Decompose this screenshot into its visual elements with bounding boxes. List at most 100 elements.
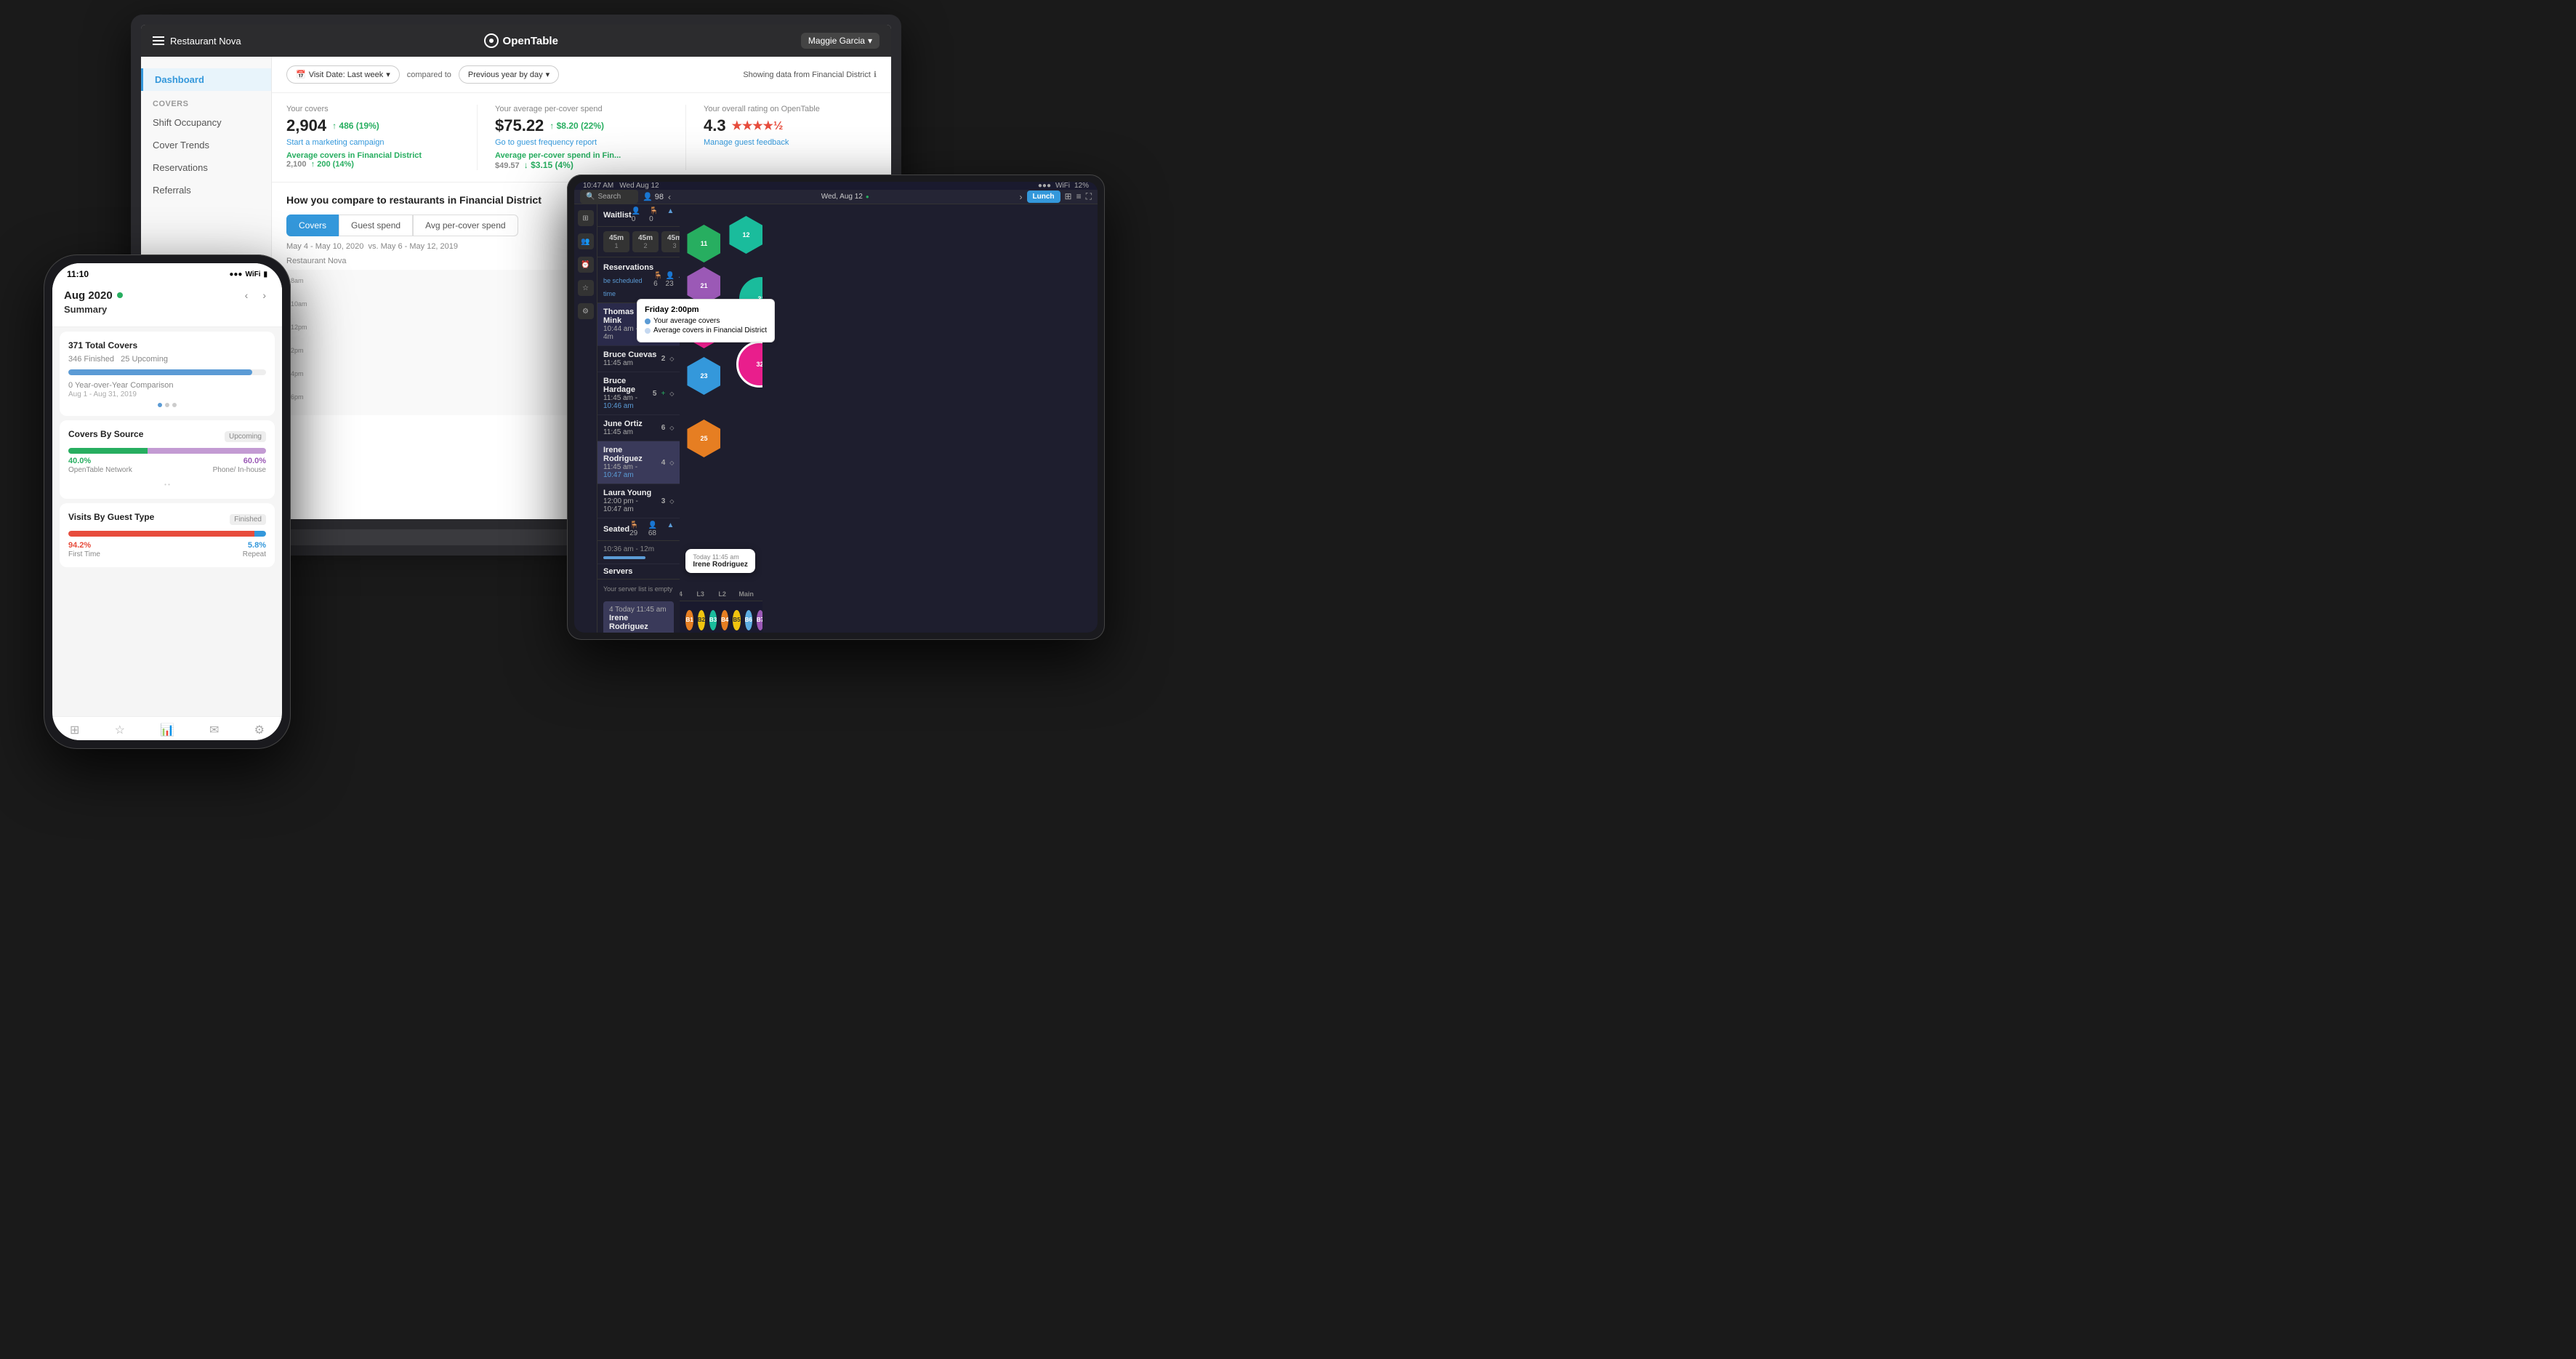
floor-table-11[interactable]: 11 bbox=[687, 225, 720, 262]
wifi-icon: WiFi bbox=[245, 270, 260, 278]
tablet-icon-star[interactable]: ☆ bbox=[578, 280, 594, 296]
metric-rating: Your overall rating on OpenTable 4.3 ★★★… bbox=[704, 105, 877, 170]
reservation-june-ortiz[interactable]: June Ortiz 11:45 am 6 ◇ bbox=[597, 415, 680, 441]
covers-bar bbox=[68, 369, 266, 375]
seated-chair-count: 🪑 29 bbox=[629, 521, 645, 537]
person-icon: 👤 0 bbox=[632, 207, 646, 223]
info-icon[interactable]: ℹ bbox=[874, 70, 877, 79]
wait-slot-1[interactable]: 45m 1 bbox=[603, 231, 629, 252]
bottom-table-b1[interactable]: B1 bbox=[685, 610, 693, 630]
wait-slot-3[interactable]: 45m 3 bbox=[661, 231, 680, 252]
tablet-battery: 12% bbox=[1074, 182, 1089, 190]
metric-spend-link[interactable]: Go to guest frequency report bbox=[495, 138, 668, 147]
prev-month-button[interactable]: ‹ bbox=[241, 288, 253, 302]
seated-item-1[interactable]: 10:36 am - 12m bbox=[597, 541, 680, 564]
phone-time: 11:10 bbox=[67, 269, 89, 279]
source-row: 40.0% OpenTable Network 60.0% Phone/ In-… bbox=[68, 457, 266, 474]
bottom-table-b4[interactable]: B4 bbox=[721, 610, 728, 630]
grid-icon[interactable]: ⊞ bbox=[1065, 191, 1072, 202]
hamburger-icon[interactable] bbox=[153, 36, 164, 45]
expand-seated-button[interactable]: ▲ bbox=[667, 521, 675, 537]
active-dot bbox=[117, 292, 123, 298]
shift-pill[interactable]: Lunch bbox=[1027, 191, 1060, 203]
chair-icon: 🪑 0 bbox=[649, 207, 664, 223]
floor-table-32[interactable]: 32 ! bbox=[736, 341, 762, 388]
add-guest-icon[interactable]: + bbox=[661, 390, 665, 398]
filter-bar: 📅 Visit Date: Last week ▾ compared to Pr… bbox=[272, 57, 891, 93]
tablet-header-icons: ⊞ ≡ ⛶ bbox=[1065, 191, 1092, 202]
laptop-topbar: Restaurant Nova OpenTable Maggie Garcia … bbox=[141, 25, 891, 57]
metric-spend-change: ↑ $8.20 (22%) bbox=[550, 121, 604, 131]
yoy-label: 0 Year-over-Year Comparison Aug 1 - Aug … bbox=[68, 381, 266, 398]
expand-icon[interactable]: ⛶ bbox=[1086, 191, 1092, 202]
phone-status-icons: ●●● WiFi ▮ bbox=[229, 270, 267, 278]
sidebar-item-shift-occupancy[interactable]: Shift Occupancy bbox=[141, 111, 271, 134]
tablet-cover-count: 👤 98 bbox=[643, 192, 664, 201]
bottom-table-b6[interactable]: B6 bbox=[745, 610, 752, 630]
sidebar-item-reservations[interactable]: Reservations bbox=[141, 156, 271, 179]
reservation-irene-rodriguez[interactable]: Irene Rodriguez 11:45 am - 10:47 am 4 ◇ bbox=[597, 441, 680, 484]
phone-header: Aug 2020 ‹ › Summary bbox=[52, 282, 282, 327]
rating-stars: ★★★★½ bbox=[732, 119, 784, 133]
covers-by-source-section: Covers By Source Upcoming 40.0% OpenTabl… bbox=[60, 420, 275, 499]
metric-rating-link[interactable]: Manage guest feedback bbox=[704, 138, 877, 147]
metric-rating-value: 4.3 ★★★★½ bbox=[704, 116, 877, 135]
floor-label-l4: L4 bbox=[680, 590, 682, 598]
battery-icon: ▮ bbox=[263, 270, 267, 278]
next-date-button[interactable]: › bbox=[1020, 192, 1023, 202]
bottom-table-b7[interactable]: B7 bbox=[757, 610, 762, 630]
star-icon: ☆ bbox=[115, 723, 125, 737]
total-covers-section: 371 Total Covers 346 Finished 25 Upcomin… bbox=[60, 332, 275, 416]
tab-avg-per-cover[interactable]: Avg per-cover spend bbox=[413, 215, 518, 236]
tablet-icon-settings[interactable]: ⚙ bbox=[578, 303, 594, 319]
metric-rating-label: Your overall rating on OpenTable bbox=[704, 105, 877, 113]
chair-count: 🪑 6 bbox=[653, 272, 662, 288]
servers-header: Servers bbox=[597, 564, 680, 580]
phone-nav-message[interactable]: ✉ bbox=[209, 723, 219, 737]
metric-covers-link[interactable]: Start a marketing campaign bbox=[286, 138, 459, 147]
floor-table-23[interactable]: 23 bbox=[687, 357, 720, 395]
phone-nav-grid[interactable]: ⊞ bbox=[70, 723, 79, 737]
reservation-laura-young[interactable]: Laura Young 12:00 pm - 10:47 am 3 ◇ bbox=[597, 484, 680, 518]
add-icon[interactable]: ▲ bbox=[667, 207, 675, 223]
tablet-icon-people[interactable]: 👥 bbox=[578, 233, 594, 249]
tablet-icon-clock[interactable]: ⏰ bbox=[578, 257, 594, 273]
tablet: 10:47 AM Wed Aug 12 ●●● WiFi 12% 🔍 Searc… bbox=[567, 175, 1105, 640]
list-icon[interactable]: ≡ bbox=[1076, 191, 1082, 202]
metric-spend-value: $75.22 ↑ $8.20 (22%) bbox=[495, 116, 668, 135]
reservation-bruce-cuevas[interactable]: Bruce Cuevas 11:45 am 2 ◇ bbox=[597, 346, 680, 372]
visit-date-filter[interactable]: 📅 Visit Date: Last week ▾ bbox=[286, 65, 400, 84]
sidebar-item-referrals[interactable]: Referrals bbox=[141, 179, 271, 201]
comparison-filter[interactable]: Previous year by day ▾ bbox=[459, 65, 559, 84]
user-menu[interactable]: Maggie Garcia ▾ bbox=[801, 33, 880, 49]
bottom-table-b3[interactable]: B3 bbox=[709, 610, 717, 630]
floor-table-12[interactable]: 12 📷 bbox=[729, 216, 762, 254]
visits-bar bbox=[68, 531, 266, 537]
chart-icon: 📊 bbox=[160, 723, 174, 737]
waitlist-slots: 45m 1 45m 2 45m 3 45m 4 bbox=[597, 227, 680, 257]
tablet-icon-home[interactable]: ⊞ bbox=[578, 210, 594, 226]
phone-nav-chart[interactable]: 📊 bbox=[160, 723, 174, 737]
bottom-table-b5[interactable]: B5 bbox=[733, 610, 740, 630]
scheduled-time-link[interactable]: be scheduled time bbox=[603, 277, 643, 297]
sidebar-item-cover-trends[interactable]: Cover Trends bbox=[141, 134, 271, 156]
next-month-button[interactable]: › bbox=[258, 288, 270, 302]
person-icon: 👤 bbox=[643, 192, 653, 201]
prev-date-button[interactable]: ‹ bbox=[668, 192, 671, 202]
visits-by-guest-section: Visits By Guest Type Finished 94.2% Firs… bbox=[60, 503, 275, 567]
phone-body[interactable]: 371 Total Covers 346 Finished 25 Upcomin… bbox=[52, 327, 282, 716]
tab-guest-spend[interactable]: Guest spend bbox=[339, 215, 413, 236]
bottom-table-b2[interactable]: B2 bbox=[698, 610, 705, 630]
phone-nav-star[interactable]: ☆ bbox=[115, 723, 125, 737]
finished-badge: Finished bbox=[230, 514, 266, 525]
restaurant-name: Restaurant Nova bbox=[170, 36, 241, 47]
floor-table-25[interactable]: 25 bbox=[687, 420, 720, 457]
tablet-search[interactable]: 🔍 Search bbox=[580, 190, 638, 204]
phone-nav-settings[interactable]: ⚙ bbox=[254, 723, 265, 737]
reservation-bruce-hardage[interactable]: Bruce Hardage 11:45 am - 10:46 am 5 + ◇ bbox=[597, 372, 680, 415]
tablet-header: 🔍 Search 👤 98 ‹ Wed, Aug 12 ● › Lunch ⊞ … bbox=[574, 190, 1098, 204]
wait-slot-2[interactable]: 45m 2 bbox=[632, 231, 659, 252]
sidebar-item-dashboard[interactable]: Dashboard bbox=[141, 68, 271, 91]
footer-notification[interactable]: 4 Today 11:45 am Irene Rodriguez bbox=[603, 601, 674, 633]
tab-covers[interactable]: Covers bbox=[286, 215, 339, 236]
